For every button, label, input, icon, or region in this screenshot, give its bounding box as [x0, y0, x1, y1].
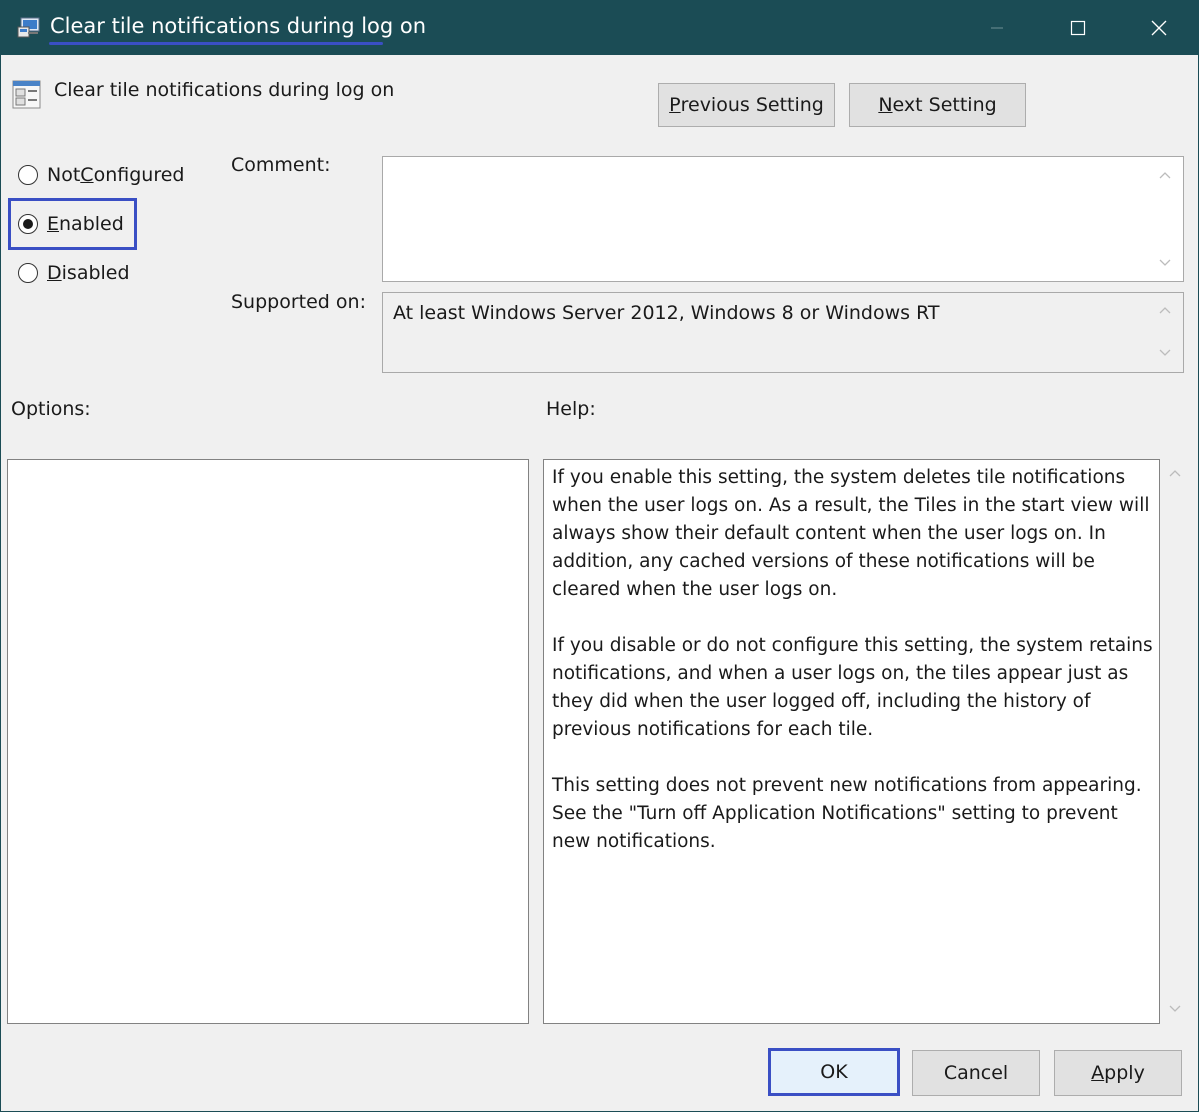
radio-label: isabled [61, 262, 130, 284]
radio-access-key: D [47, 262, 62, 284]
not-configured-radio[interactable]: Not Configured [18, 160, 184, 190]
apply-button[interactable]: Apply [1054, 1050, 1182, 1096]
help-label: Help: [546, 398, 596, 420]
group-policy-icon [17, 17, 40, 38]
help-scroll-down-icon[interactable] [1169, 1005, 1181, 1013]
help-paragraph: This setting does not prevent new notifi… [552, 775, 1142, 852]
title-bar[interactable]: Clear tile notifications during log on [1, 1, 1198, 55]
title-highlight-underline [49, 42, 383, 45]
supported-on-field: At least Windows Server 2012, Windows 8 … [382, 292, 1184, 373]
supported-on-value: At least Windows Server 2012, Windows 8 … [393, 302, 940, 324]
apply-label: pply [1104, 1062, 1145, 1084]
previous-setting-label: revious Setting [680, 94, 824, 116]
radio-label: onfigured [93, 164, 185, 186]
scroll-up-icon[interactable] [1159, 171, 1171, 179]
maximize-icon [1070, 20, 1086, 36]
cancel-button[interactable]: Cancel [912, 1050, 1040, 1096]
next-setting-label: ext Setting [892, 94, 997, 116]
options-label: Options: [11, 398, 91, 420]
cancel-label: Cancel [943, 1062, 1009, 1084]
supported-on-label: Supported on: [231, 291, 366, 313]
comment-textarea[interactable] [382, 156, 1184, 282]
scroll-down-icon[interactable] [1159, 259, 1171, 267]
next-setting-access-key: N [878, 94, 893, 116]
previous-setting-access-key: P [669, 94, 681, 116]
setting-title: Clear tile notifications during log on [54, 79, 395, 101]
ok-label: OK [820, 1061, 848, 1083]
radio-dot [23, 219, 33, 229]
radio-checked-icon[interactable] [18, 214, 38, 234]
close-button[interactable] [1119, 1, 1199, 55]
help-text: If you enable this setting, the system d… [552, 464, 1156, 884]
previous-setting-button[interactable]: Previous Setting [658, 83, 835, 127]
help-scroll-up-icon[interactable] [1169, 469, 1181, 477]
enabled-radio[interactable]: Enabled [18, 209, 124, 239]
apply-access-key: A [1091, 1062, 1105, 1084]
help-paragraph: If you enable this setting, the system d… [552, 467, 1150, 600]
policy-setting-dialog: Clear tile notifications during log on C… [0, 0, 1199, 1112]
comment-label: Comment: [231, 154, 331, 176]
scroll-down-icon[interactable] [1159, 349, 1171, 357]
options-panel [7, 459, 529, 1024]
scroll-up-icon[interactable] [1159, 306, 1171, 314]
policy-setting-icon [12, 80, 41, 109]
radio-access-key: C [80, 164, 94, 186]
help-paragraph: If you disable or do not configure this … [552, 635, 1153, 740]
radio-label-pre: Not [47, 164, 81, 186]
maximize-button[interactable] [1038, 1, 1118, 55]
minimize-button[interactable] [957, 1, 1037, 55]
next-setting-button[interactable]: Next Setting [849, 83, 1026, 127]
radio-label: nabled [59, 213, 124, 235]
radio-circle-icon[interactable] [18, 263, 38, 283]
help-panel: If you enable this setting, the system d… [543, 459, 1160, 1024]
radio-circle-icon[interactable] [18, 165, 38, 185]
window-title: Clear tile notifications during log on [50, 14, 427, 38]
ok-button[interactable]: OK [768, 1048, 900, 1096]
minimize-icon [991, 27, 1003, 29]
close-icon [1151, 20, 1167, 36]
radio-access-key: E [47, 213, 60, 235]
disabled-radio[interactable]: Disabled [18, 258, 130, 288]
